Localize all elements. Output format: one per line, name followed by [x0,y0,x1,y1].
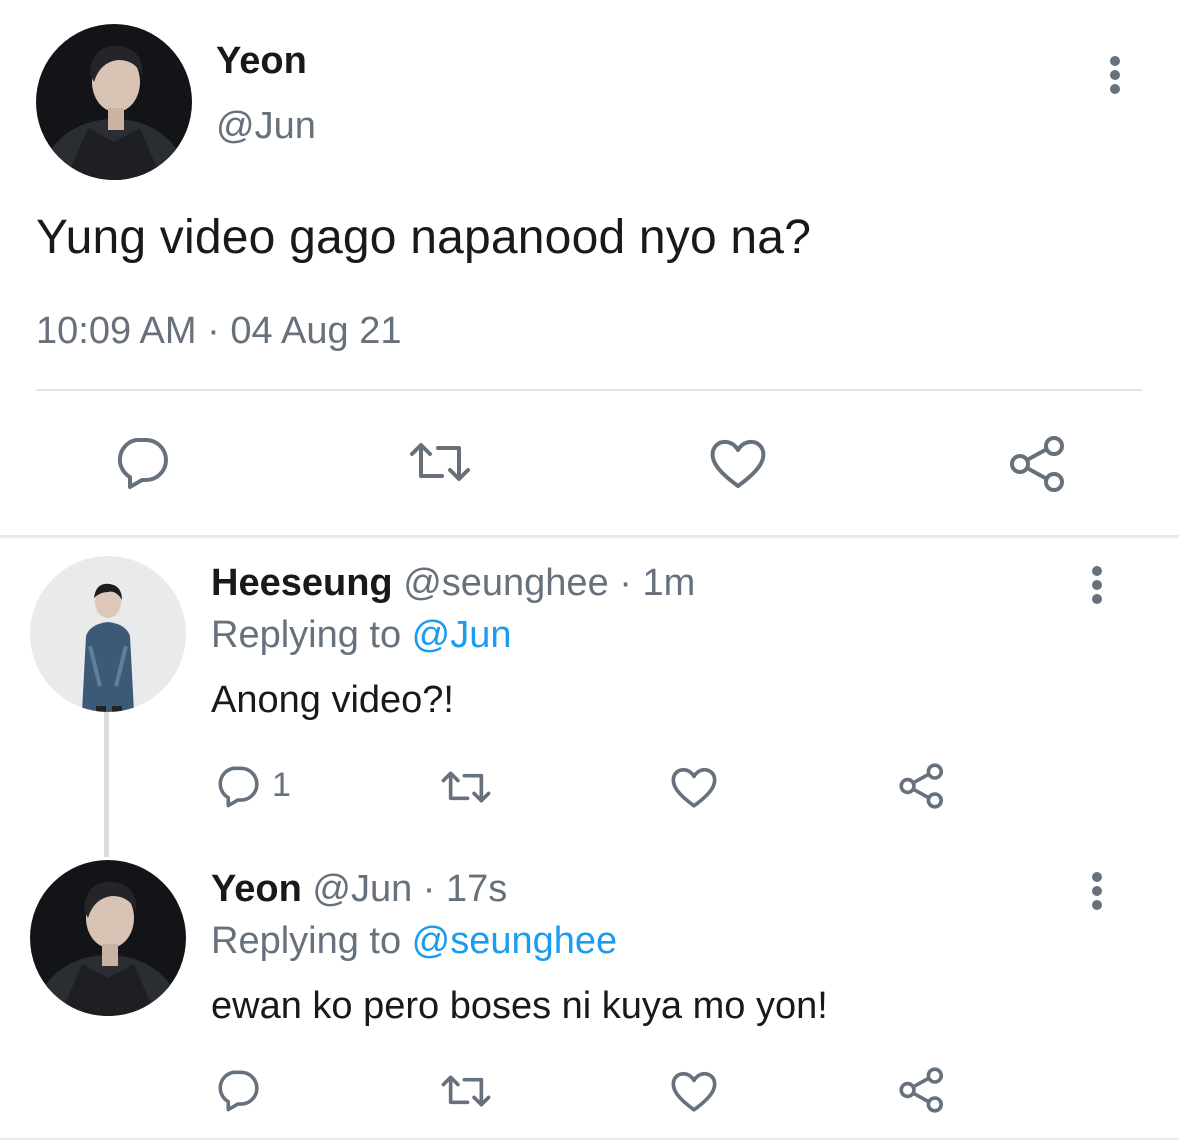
retweet-button[interactable] [440,1070,492,1112]
retweet-icon [440,1070,492,1112]
avatar-yeon[interactable] [30,860,186,1016]
reply-header: Yeon @Jun · 17s [211,868,507,911]
more-options-icon[interactable] [1082,872,1112,910]
reply-button[interactable] [214,1066,260,1112]
speech-bubble-icon [214,1066,260,1112]
reply-tweet: Yeon @Jun · 17s Replying to @seunghee ew… [0,0,1179,1143]
tweet-thread-page: Yeon @Jun Yung video gago napanood nyo n… [0,0,1179,1143]
mention-link[interactable]: @seunghee [412,920,618,962]
replying-to: Replying to @seunghee [211,920,617,963]
heart-icon [669,1069,719,1113]
bottom-divider [0,1138,1179,1140]
reply-text: ewan ko pero boses ni kuya mo yon! [211,985,828,1027]
like-button[interactable] [669,1069,719,1113]
reply-author-name[interactable]: Yeon [211,868,302,910]
share-icon [898,1066,946,1114]
replying-label: Replying to [211,920,412,962]
reply-meta[interactable]: @Jun · 17s [312,868,507,910]
share-button[interactable] [898,1066,946,1114]
